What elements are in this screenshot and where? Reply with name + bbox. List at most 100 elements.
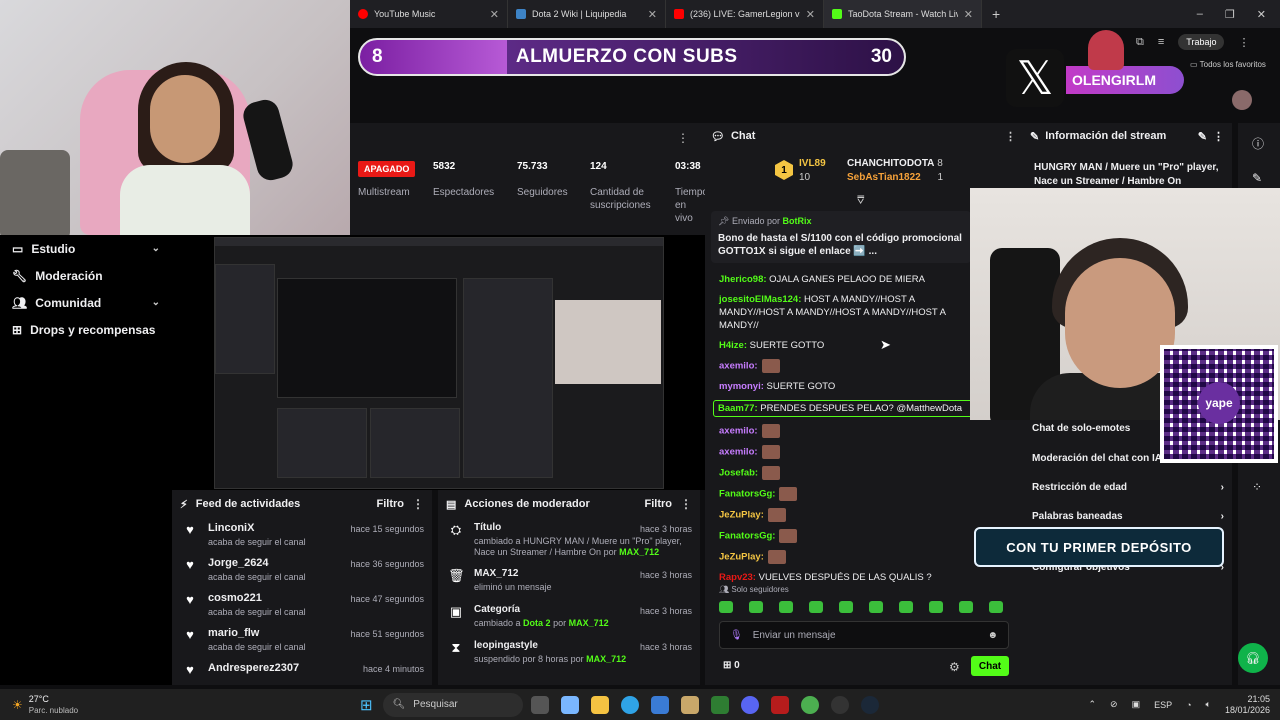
weather-widget[interactable]: ☀ 27°C Parc. nublado <box>0 694 110 716</box>
category-name[interactable]: Dota 2 <box>523 618 551 628</box>
gifter-name[interactable]: IVL89 <box>799 158 826 169</box>
browser-tab[interactable]: (236) LIVE: GamerLegion vs Rol ✕ <box>666 0 824 28</box>
store-icon[interactable] <box>650 695 669 714</box>
follower-name[interactable]: mario_flw <box>208 627 306 639</box>
chat-username[interactable]: Jherico98: <box>719 274 767 285</box>
tray-app-icon[interactable]: ▣ <box>1132 699 1141 710</box>
option-age-restriction[interactable]: Restricción de edad › <box>1032 482 1224 493</box>
chat-username[interactable]: axemilo: <box>719 361 758 372</box>
pencil-icon[interactable]: ✎ <box>1252 171 1262 185</box>
chat-message[interactable]: axemilo: <box>719 424 974 438</box>
minimize-icon[interactable]: – <box>1197 8 1203 21</box>
sidebar-item-moderacion[interactable]: 🔧︎ Moderación <box>0 262 172 289</box>
chat-username[interactable]: FanatorsGg: <box>719 531 775 542</box>
close-window-icon[interactable]: ✕ <box>1257 8 1266 21</box>
steam-icon[interactable] <box>860 695 879 714</box>
app-icon[interactable] <box>710 695 729 714</box>
extensions-icon[interactable]: ⧉ <box>1136 36 1144 49</box>
notifications-off-icon[interactable]: ⊘ <box>1110 699 1118 710</box>
sidebar-item-drops[interactable]: ⊞ Drops y recompensas <box>0 316 172 343</box>
moderator-name[interactable]: MAX_712 <box>569 618 609 628</box>
menu-icon[interactable]: ⋮ <box>1238 36 1249 49</box>
pinned-message[interactable]: 📌︎ Enviado por BotRix Bono de hasta el S… <box>711 211 971 263</box>
dota-icon[interactable] <box>770 695 789 714</box>
info-circle-icon[interactable]: ⓘ <box>1252 135 1264 152</box>
browser-tab[interactable]: Dota 2 Wiki | Liquipedia ✕ <box>508 0 666 28</box>
chat-username[interactable]: Baam77: <box>718 403 758 414</box>
points-counter[interactable]: ⊞ 0 <box>723 660 740 671</box>
panel-menu-icon[interactable]: ⋮ <box>1213 130 1224 143</box>
chat-username[interactable]: josesitoElMas124: <box>719 294 801 305</box>
chat-message[interactable]: josesitoElMas124: HOST A MANDY//HOST A M… <box>719 293 974 332</box>
emote-icon[interactable] <box>899 601 913 613</box>
follower-name[interactable]: Jorge_2624 <box>208 557 306 569</box>
panel-menu-icon[interactable]: ⋮ <box>677 131 689 145</box>
wifi-icon[interactable]: ◔ <box>1186 700 1191 710</box>
close-tab-icon[interactable]: ✕ <box>490 8 499 21</box>
chat-message[interactable]: Josefab: <box>719 466 974 480</box>
maximize-icon[interactable]: ❐ <box>1225 8 1235 21</box>
chat-username[interactable]: Rapv23: <box>719 572 756 583</box>
clock[interactable]: 21:05 18/01/2026 <box>1225 694 1270 716</box>
collapse-icon[interactable]: ⩢ <box>857 193 864 208</box>
bookmarks-folder[interactable]: ▭ Todos los favoritos <box>1190 60 1266 69</box>
chat-username[interactable]: JeZuPlay: <box>719 552 764 563</box>
emote-icon[interactable] <box>959 601 973 613</box>
chat-input[interactable]: 🎙︎ Enviar un mensaje ☻ <box>719 621 1009 649</box>
windows-start-icon[interactable]: ⊞ <box>360 696 373 714</box>
tray-chevron-icon[interactable]: ⌃ <box>1088 699 1096 710</box>
chat-username[interactable]: axemilo: <box>719 426 758 437</box>
follower-name[interactable]: cosmo221 <box>208 592 306 604</box>
close-tab-icon[interactable]: ✕ <box>964 8 973 21</box>
option-banned-words[interactable]: Palabras baneadas › <box>1032 511 1224 522</box>
chat-message[interactable]: axemilo: <box>719 359 974 373</box>
filter-button[interactable]: Filtro <box>645 498 673 510</box>
panel-menu-icon[interactable]: ⋮ <box>1005 130 1016 143</box>
support-icon[interactable]: 🎧︎ <box>1238 643 1268 673</box>
stream-preview[interactable] <box>172 235 705 490</box>
moderator-name[interactable]: MAX_712 <box>586 654 626 664</box>
emote-icon[interactable] <box>839 601 853 613</box>
chat-username[interactable]: FanatorsGg: <box>719 489 775 500</box>
chrome-icon[interactable] <box>800 695 819 714</box>
chat-message[interactable]: JeZuPlay: <box>719 508 974 522</box>
chat-username[interactable]: mymonyi: <box>719 381 764 392</box>
chat-message[interactable]: Baam77: PRENDES DESPUES PELAO? @MatthewD… <box>713 400 973 417</box>
filter-button[interactable]: Filtro <box>377 498 405 510</box>
edit-icon[interactable]: ✎ <box>1198 130 1207 143</box>
obs-icon[interactable] <box>830 695 849 714</box>
follower-name[interactable]: LinconiX <box>208 522 306 534</box>
emote-icon[interactable] <box>779 601 793 613</box>
emote-icon[interactable] <box>719 601 733 613</box>
panel-menu-icon[interactable]: ⋮ <box>412 497 424 511</box>
gifter-name[interactable]: SebAsTian1822 <box>847 172 921 183</box>
chat-message[interactable]: JeZuPlay: <box>719 550 974 564</box>
profile-chip[interactable]: Trabajo <box>1178 34 1225 50</box>
folder-icon[interactable] <box>680 695 699 714</box>
chat-username[interactable]: Josefab: <box>719 468 758 479</box>
chat-message[interactable]: FanatorsGg: <box>719 487 974 501</box>
chat-username[interactable]: axemilo: <box>719 447 758 458</box>
file-explorer-icon[interactable] <box>590 695 609 714</box>
media-icon[interactable]: ≡ <box>1158 36 1164 48</box>
chat-username[interactable]: JeZuPlay: <box>719 510 764 521</box>
chat-message[interactable]: axemilo: <box>719 445 974 459</box>
chat-message[interactable]: H4ize: SUERTE GOTTO <box>719 339 974 352</box>
moderator-name[interactable]: MAX_712 <box>619 547 659 557</box>
discord-icon[interactable] <box>740 695 759 714</box>
task-view-icon[interactable] <box>530 695 549 714</box>
sidebar-item-estudio[interactable]: ▭ Estudio ⌄ <box>0 235 172 262</box>
gifter-name[interactable]: CHANCHITODOTA <box>847 158 934 169</box>
avatar[interactable] <box>1232 90 1252 110</box>
new-tab-icon[interactable]: + <box>982 6 1010 22</box>
apps-icon[interactable]: ⁘ <box>1252 480 1262 494</box>
panel-menu-icon[interactable]: ⋮ <box>680 497 692 511</box>
close-tab-icon[interactable]: ✕ <box>648 8 657 21</box>
sidebar-item-comunidad[interactable]: 👥︎ Comunidad ⌄ <box>0 289 172 316</box>
copilot-icon[interactable] <box>560 695 579 714</box>
chat-username[interactable]: H4ize: <box>719 340 747 351</box>
send-chat-button[interactable]: Chat <box>971 656 1009 676</box>
chat-message[interactable]: FanatorsGg: <box>719 529 974 543</box>
language-indicator[interactable]: ESP <box>1154 700 1172 710</box>
pinned-user[interactable]: BotRix <box>783 216 812 226</box>
